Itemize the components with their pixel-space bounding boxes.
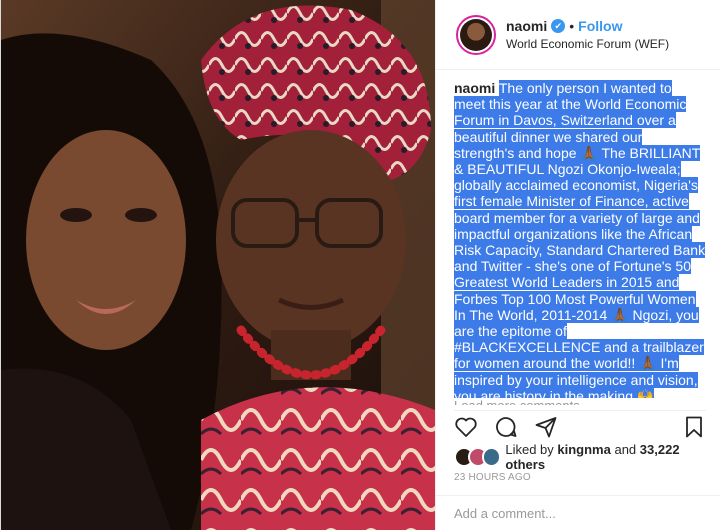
separator-dot: •: [569, 17, 575, 34]
caption-container: naomi The only person I wanted to meet t…: [454, 80, 706, 398]
liker-username-link[interactable]: kingnma: [557, 442, 610, 457]
share-icon[interactable]: [534, 415, 558, 439]
likes-prefix: Liked by: [505, 442, 558, 457]
post-photo[interactable]: [1, 0, 435, 530]
comment-input[interactable]: [454, 505, 684, 521]
location-link[interactable]: World Economic Forum (WEF): [506, 35, 669, 53]
username-link[interactable]: naomi: [506, 17, 547, 35]
follow-button[interactable]: Follow: [578, 17, 622, 35]
post-header: naomi ✔ • Follow World Economic Forum (W…: [436, 0, 720, 70]
comment-bar: [436, 495, 720, 530]
instagram-post: naomi ✔ • Follow World Economic Forum (W…: [0, 0, 720, 530]
caption: naomi The only person I wanted to meet t…: [454, 80, 706, 398]
header-text: naomi ✔ • Follow World Economic Forum (W…: [506, 17, 669, 53]
caption-username[interactable]: naomi: [454, 80, 495, 96]
verified-badge-icon: ✔: [551, 18, 566, 33]
avatar-image: [460, 18, 492, 51]
likes-middle: and: [610, 442, 640, 457]
likes-text: Liked by kingnma and 33,222 others: [505, 442, 720, 472]
likes-row: Liked by kingnma and 33,222 others: [454, 442, 720, 472]
post-sidebar: naomi ✔ • Follow World Economic Forum (W…: [435, 0, 720, 530]
header-row: naomi ✔ • Follow: [506, 17, 669, 35]
comment-icon[interactable]: [494, 415, 518, 439]
photo-illustration: [1, 0, 435, 530]
action-bar: [454, 410, 706, 442]
caption-text: The only person I wanted to meet this ye…: [454, 80, 706, 398]
load-more-comments[interactable]: Load more comments: [454, 396, 580, 405]
liker-avatar[interactable]: [481, 447, 502, 467]
bookmark-icon[interactable]: [682, 415, 706, 439]
avatar[interactable]: [456, 14, 496, 55]
post-timestamp[interactable]: 23 HOURS AGO: [454, 472, 531, 483]
heart-icon[interactable]: [454, 415, 478, 439]
